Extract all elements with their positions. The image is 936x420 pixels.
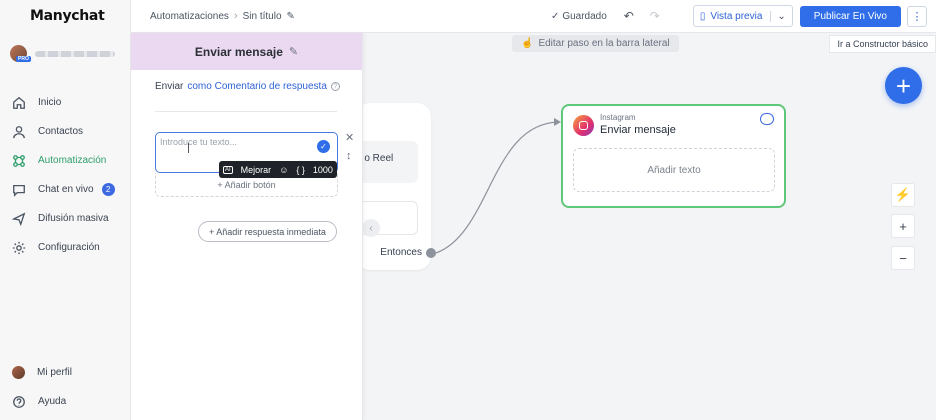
save-status-label: Guardado: [562, 10, 607, 22]
redo-icon[interactable]: ↷: [647, 8, 663, 24]
check-icon[interactable]: ✓: [317, 140, 330, 153]
unread-badge: 2: [101, 183, 115, 196]
panel-title: Enviar mensaje: [194, 44, 283, 59]
pro-badge: PRO: [16, 56, 31, 62]
gear-icon: [12, 241, 26, 254]
app-logo[interactable]: Manychat: [30, 8, 105, 24]
account-avatar: PRO: [10, 45, 31, 62]
sidebar-item-automatizacion[interactable]: Automatización: [0, 146, 131, 175]
sidebar-item-label: Automatización: [38, 155, 107, 166]
text-cursor: [188, 143, 189, 153]
chevron-down-icon[interactable]: ⌄: [770, 10, 786, 22]
more-options-icon[interactable]: ⋮: [907, 5, 927, 27]
sidebar-item-difusion[interactable]: Difusión masiva: [0, 204, 131, 233]
reorder-icon[interactable]: ↕: [346, 150, 352, 162]
sidebar-item-label: Ayuda: [38, 396, 67, 407]
send-as-row: Enviar como Comentario de respuesta ?: [155, 81, 340, 92]
sidebar-item-ayuda[interactable]: Ayuda: [0, 387, 131, 416]
then-label: Entonces: [380, 247, 422, 258]
main-nav: Inicio Contactos Automatización Chat en …: [0, 88, 131, 262]
trigger-node[interactable]: n o Reel ‹ Entonces: [356, 103, 436, 270]
output-port[interactable]: [426, 248, 436, 258]
preview-label: Vista previa: [710, 10, 763, 22]
top-actions: ✓ Guardado ↶ ↷ ▯ Vista previa ⌄ Publicar …: [551, 5, 936, 27]
add-quick-reply-button[interactable]: + Añadir respuesta inmediata: [198, 221, 337, 242]
editor-placeholder: Introduce tu texto...: [160, 137, 238, 147]
sidebar-item-label: Mi perfil: [37, 367, 73, 378]
send-icon: [12, 211, 26, 226]
phone-icon: ▯: [699, 10, 706, 22]
help-icon[interactable]: ?: [330, 82, 340, 91]
breadcrumb: Automatizaciones › Sin título ✎: [150, 10, 295, 22]
node-source-label: Instagram: [600, 113, 636, 122]
top-bar: Automatizaciones › Sin título ✎ ✓ Guardad…: [131, 0, 936, 33]
sidebar-item-configuracion[interactable]: Configuración: [0, 233, 131, 262]
comment-icon: [760, 113, 774, 125]
add-text-placeholder[interactable]: Añadir texto: [573, 148, 775, 192]
breadcrumb-current: Sin título: [242, 10, 282, 22]
close-icon[interactable]: ✕: [345, 131, 354, 144]
sidebar-item-chat[interactable]: Chat en vivo 2: [0, 175, 131, 204]
node-title: Enviar mensaje: [600, 124, 676, 136]
instagram-icon: [573, 115, 594, 136]
chat-icon: [13, 184, 25, 197]
user-icon: [13, 125, 25, 138]
sidebar-item-contactos[interactable]: Contactos: [0, 117, 131, 146]
send-prefix: Enviar: [155, 81, 184, 92]
chevron-left-icon[interactable]: ‹: [362, 219, 380, 237]
sidebar-item-label: Contactos: [38, 126, 84, 137]
undo-icon[interactable]: ↶: [621, 8, 637, 24]
sidebar-item-label: Inicio: [38, 97, 62, 108]
divider: [155, 111, 337, 112]
sidebar-item-label: Difusión masiva: [38, 213, 109, 224]
breadcrumb-parent[interactable]: Automatizaciones: [150, 11, 229, 22]
publish-button[interactable]: Publicar En Vivo: [799, 5, 901, 27]
save-status: ✓ Guardado: [551, 11, 607, 22]
automation-icon: [13, 154, 25, 167]
add-button[interactable]: + Añadir botón: [155, 173, 338, 197]
sidebar-item-inicio[interactable]: Inicio: [0, 88, 131, 117]
preview-button[interactable]: ▯ Vista previa ⌄: [692, 5, 793, 27]
send-mode-link[interactable]: como Comentario de respuesta: [187, 81, 327, 92]
account-name-redacted: [35, 50, 115, 57]
panel-header: Enviar mensaje ✎: [131, 33, 362, 70]
sidebar-item-label: Chat en vivo: [38, 184, 94, 195]
pencil-icon[interactable]: ✎: [287, 11, 295, 22]
sidebar: Manychat PRO Inicio Contactos Automatiza…: [0, 0, 131, 420]
help-icon: [13, 395, 25, 408]
chevron-right-icon: ›: [233, 10, 238, 22]
pencil-icon[interactable]: ✎: [289, 45, 298, 58]
account-switcher[interactable]: PRO: [10, 45, 115, 62]
sidebar-item-perfil[interactable]: Mi perfil: [0, 358, 131, 387]
send-message-node[interactable]: Instagram Enviar mensaje Añadir texto: [561, 104, 786, 208]
home-icon: [13, 96, 25, 109]
profile-avatar: [12, 366, 25, 379]
edit-panel: Enviar mensaje ✎ Enviar como Comentario …: [131, 33, 363, 420]
check-icon: ✓: [550, 10, 560, 22]
sidebar-bottom: Mi perfil Ayuda: [0, 358, 131, 416]
sidebar-item-label: Configuración: [38, 242, 100, 253]
